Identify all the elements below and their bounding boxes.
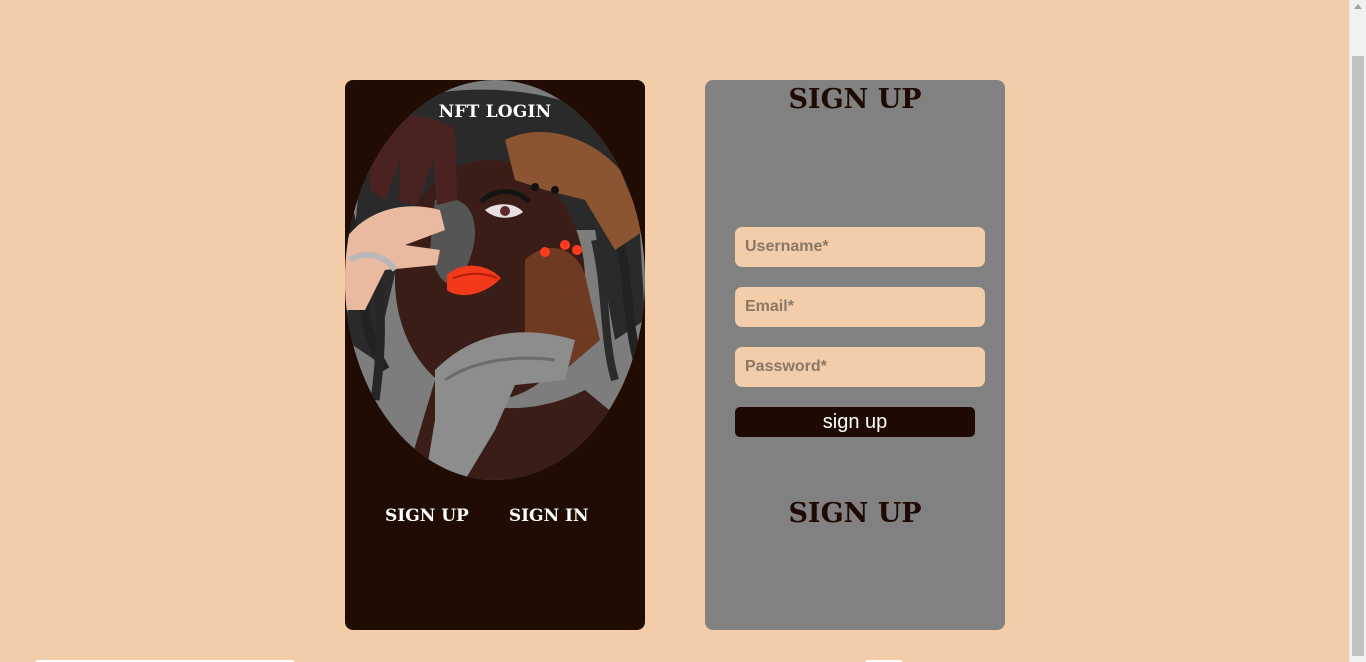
username-input[interactable]	[735, 227, 985, 267]
nav-sign-up-link[interactable]: SIGN UP	[385, 506, 469, 526]
scrollbar-thumb[interactable]	[1352, 56, 1364, 656]
password-input[interactable]	[735, 347, 985, 387]
nft-art-card: NFT LOGIN SIGN UP SIGN IN	[345, 80, 645, 630]
scroll-up-arrow-icon[interactable]	[1354, 4, 1362, 9]
page: NFT LOGIN SIGN UP SIGN IN SIGN UP sign u…	[0, 0, 1366, 662]
signup-form-card: SIGN UP sign up SIGN UP	[705, 80, 1005, 630]
auth-nav: SIGN UP SIGN IN	[385, 506, 589, 526]
email-input[interactable]	[735, 287, 985, 327]
nft-login-title: NFT LOGIN	[438, 102, 552, 122]
sign-up-button[interactable]: sign up	[735, 407, 975, 437]
vertical-scrollbar[interactable]	[1349, 0, 1366, 662]
nft-artwork-image	[345, 80, 645, 480]
nav-sign-in-link[interactable]: SIGN IN	[509, 506, 589, 526]
signup-heading: SIGN UP	[788, 84, 922, 115]
signup-footer-heading: SIGN UP	[788, 498, 922, 529]
